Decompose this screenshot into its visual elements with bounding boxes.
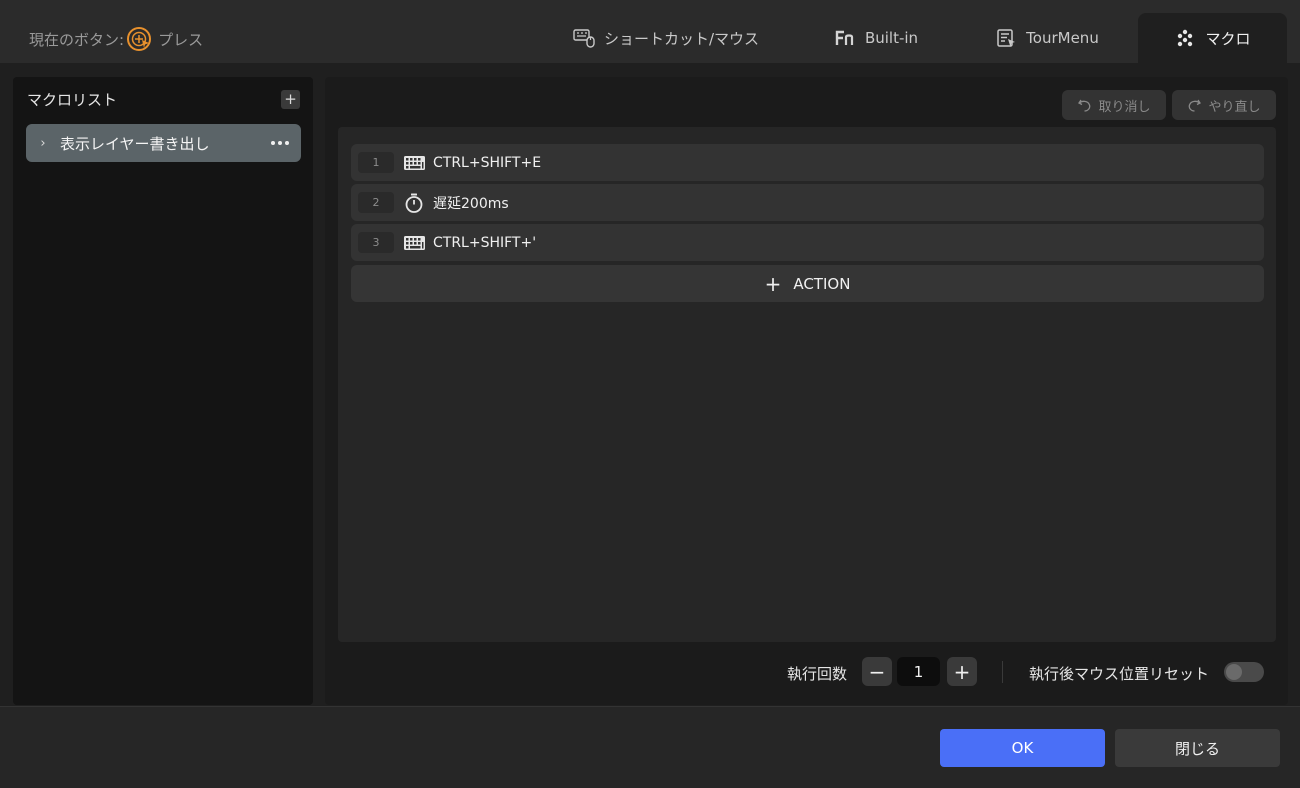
action-text: CTRL+SHIFT+' (433, 234, 537, 251)
keyboard-icon (403, 232, 425, 254)
add-macro-button[interactable]: + (281, 90, 300, 109)
redo-button[interactable]: やり直し (1172, 90, 1276, 120)
mouse-button-icon (126, 26, 152, 52)
macro-list-title: マクロリスト (27, 91, 118, 109)
tab-macro[interactable]: マクロ (1138, 13, 1287, 63)
run-options-bar: 執行回数 − 1 + 執行後マウス位置リセット (325, 655, 1288, 689)
keyboard-mouse-icon (573, 27, 595, 49)
ok-button[interactable]: OK (940, 729, 1105, 767)
redo-label: やり直し (1208, 99, 1261, 115)
action-text: CTRL+SHIFT+E (433, 154, 542, 171)
run-count-increment-button[interactable]: + (947, 657, 977, 686)
tab-label: ショートカット/マウス (603, 29, 760, 48)
run-count-label: 執行回数 (787, 665, 848, 683)
action-row[interactable]: 3 CTRL+SHIFT+' (351, 224, 1264, 261)
chevron-right-icon[interactable]: › (26, 136, 60, 151)
footer-bar: OK 閉じる (0, 706, 1300, 788)
action-index: 3 (358, 232, 394, 253)
action-index: 2 (358, 192, 394, 213)
current-button-label: 現在のボタン: (29, 30, 125, 49)
tab-label: TourMenu (1026, 29, 1099, 47)
more-options-icon[interactable] (271, 134, 289, 152)
divider (1002, 661, 1003, 683)
plus-icon: + (764, 271, 782, 296)
keyboard-icon (403, 152, 425, 174)
action-row[interactable]: 2 遅延200ms (351, 184, 1264, 221)
macro-item-label: 表示レイヤー書き出し (60, 134, 210, 153)
macro-dots-icon (1174, 27, 1196, 49)
run-count-input[interactable]: 1 (897, 657, 940, 686)
action-list-area: 1 CTRL+SHIFT+E 2 遅延200ms 3 CTRL+SHIFT+' … (338, 127, 1276, 642)
macro-list-panel: マクロリスト + › 表示レイヤー書き出し (13, 77, 313, 705)
action-row[interactable]: 1 CTRL+SHIFT+E (351, 144, 1264, 181)
stopwatch-icon (403, 192, 425, 214)
reset-mouse-position-label: 執行後マウス位置リセット (1029, 665, 1210, 683)
macro-editor-panel: 取り消し やり直し 1 CTRL+SHIFT+E 2 遅延200ms 3 CTR… (325, 77, 1288, 705)
undo-label: 取り消し (1098, 99, 1151, 115)
macro-list-item[interactable]: › 表示レイヤー書き出し (26, 124, 301, 162)
add-action-button[interactable]: + ACTION (351, 265, 1264, 302)
reset-mouse-position-toggle[interactable] (1224, 662, 1264, 682)
action-text: 遅延200ms (433, 195, 509, 212)
close-button[interactable]: 閉じる (1115, 729, 1280, 767)
tab-tour-menu[interactable]: TourMenu (980, 13, 1114, 63)
run-count-decrement-button[interactable]: − (862, 657, 892, 686)
current-button-value: プレス (158, 30, 204, 49)
undo-icon (1077, 98, 1092, 113)
tab-label: マクロ (1205, 29, 1251, 48)
tab-built-in[interactable]: Built-in (820, 13, 932, 63)
current-button-indicator: 現在のボタン: プレス (29, 26, 203, 52)
action-index: 1 (358, 152, 394, 173)
header-bar: 現在のボタン: プレス ショートカット/マウス Built-in TourMen… (0, 0, 1300, 63)
redo-icon (1187, 98, 1202, 113)
tour-menu-icon (995, 27, 1017, 49)
tab-shortcut-mouse[interactable]: ショートカット/マウス (560, 13, 772, 63)
add-action-label: ACTION (793, 274, 851, 293)
tab-label: Built-in (864, 29, 919, 47)
toggle-knob (1226, 664, 1242, 680)
fn-icon (834, 27, 856, 49)
undo-button[interactable]: 取り消し (1062, 90, 1166, 120)
